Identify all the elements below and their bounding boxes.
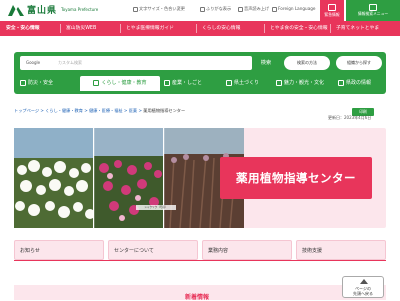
sub-navigation: お知らせ センターについて 業務内容 技術支援 xyxy=(14,240,386,260)
section-divider xyxy=(14,260,386,262)
nav-divider xyxy=(196,24,197,33)
nav-living-safety[interactable]: くらしの安心情報 xyxy=(202,21,240,36)
site-name-en: Toyama Prefecture xyxy=(61,6,99,12)
factory-icon xyxy=(164,79,170,86)
search-box[interactable]: Google カスタム検索 xyxy=(20,56,252,70)
shield-icon xyxy=(20,79,26,86)
site-name: 富山県 xyxy=(27,5,58,16)
subnav-news[interactable]: お知らせ xyxy=(14,240,104,260)
search-menu-button[interactable]: 情報検索メニュー xyxy=(346,0,400,21)
breadcrumb: トップページ > くらし・健康・教育 > 健康・医療・福祉 > 医薬 > 薬用植… xyxy=(14,108,185,114)
home-icon xyxy=(93,79,100,86)
tab-government-info[interactable]: 県政の情報 xyxy=(338,76,371,91)
foreign-language-link[interactable]: Foreign Language xyxy=(272,6,316,12)
page-title: 薬用植物指導センター xyxy=(220,157,372,199)
back-to-top-button[interactable]: ページの 先頭へ戻る xyxy=(342,276,384,298)
search-method-button[interactable]: 検索の方法 xyxy=(284,56,330,70)
arrow-up-icon xyxy=(360,279,368,284)
tab-industry-work[interactable]: 産業・しごと xyxy=(164,76,202,91)
google-label: Google xyxy=(26,60,41,65)
bridge-icon xyxy=(226,79,232,86)
category-tabs: 防災・安全 くらし・健康・教育 産業・しごと 県土づくり 魅力・観光・文化 県政… xyxy=(16,76,384,91)
speaker-icon xyxy=(238,6,243,12)
nav-safety-info[interactable]: 安全・安心情報 xyxy=(6,21,40,36)
breadcrumb-current: 薬用植物指導センター xyxy=(143,108,186,113)
subnav-services[interactable]: 業務内容 xyxy=(202,240,292,260)
nav-food-safety[interactable]: とやま食の安全・安心情報 xyxy=(270,21,328,36)
top-bar: 富山県 Toyama Prefecture 文字サイズ・色合い変更 ふりがな表示… xyxy=(0,0,400,21)
nav-divider xyxy=(120,24,121,33)
globe-icon xyxy=(272,6,277,12)
nav-divider xyxy=(264,24,265,33)
nav-medical-guide[interactable]: とやま医療情報ガイド xyxy=(126,21,174,36)
tab-land-development[interactable]: 県土づくり xyxy=(226,76,259,91)
nav-disaster-web[interactable]: 富山防災WEB xyxy=(66,21,96,36)
alert-icon xyxy=(328,4,336,11)
menu-icon xyxy=(369,4,377,11)
emergency-button[interactable]: 緊急情報 xyxy=(320,0,344,21)
hero-flower-photo xyxy=(14,128,244,228)
safety-nav-bar: 安全・安心情報 富山防災WEB とやま医療情報ガイド くらしの安心情報 とやま食… xyxy=(0,21,400,36)
text-size-color-link[interactable]: 文字サイズ・色合い変更 xyxy=(133,6,185,12)
search-button[interactable]: 検索 xyxy=(252,56,280,70)
tab-disaster-safety[interactable]: 防災・安全 xyxy=(20,76,53,91)
breadcrumb-trail[interactable]: トップページ > くらし・健康・教育 > 健康・医療・福祉 > 医薬 > xyxy=(14,108,143,113)
tab-tourism-culture[interactable]: 魅力・観光・文化 xyxy=(276,76,324,91)
photo-caption: シャクヤク（芍薬） xyxy=(136,205,176,210)
furigana-icon xyxy=(200,6,205,12)
nav-divider xyxy=(60,24,61,33)
subnav-about-center[interactable]: センターについて xyxy=(108,240,198,260)
mountain-logo-icon xyxy=(8,5,24,16)
furigana-link[interactable]: ふりがな表示 xyxy=(200,6,231,12)
text-size-icon xyxy=(133,6,138,12)
organization-search-button[interactable]: 組織から探す xyxy=(336,56,382,70)
star-icon xyxy=(276,79,282,86)
updated-date: 更新日：2023年4月6日 xyxy=(328,115,372,120)
building-icon xyxy=(338,79,344,86)
tab-living-health-education[interactable]: くらし・健康・教育 xyxy=(80,76,160,91)
search-input[interactable]: カスタム検索 xyxy=(58,60,82,66)
nav-childcare[interactable]: 子育てネットとやま xyxy=(336,21,379,36)
subnav-technical-support[interactable]: 技術支援 xyxy=(296,240,386,260)
nav-divider xyxy=(330,24,331,33)
read-aloud-link[interactable]: 音声読み上げ xyxy=(238,6,269,12)
site-logo[interactable]: 富山県 Toyama Prefecture xyxy=(8,2,98,16)
